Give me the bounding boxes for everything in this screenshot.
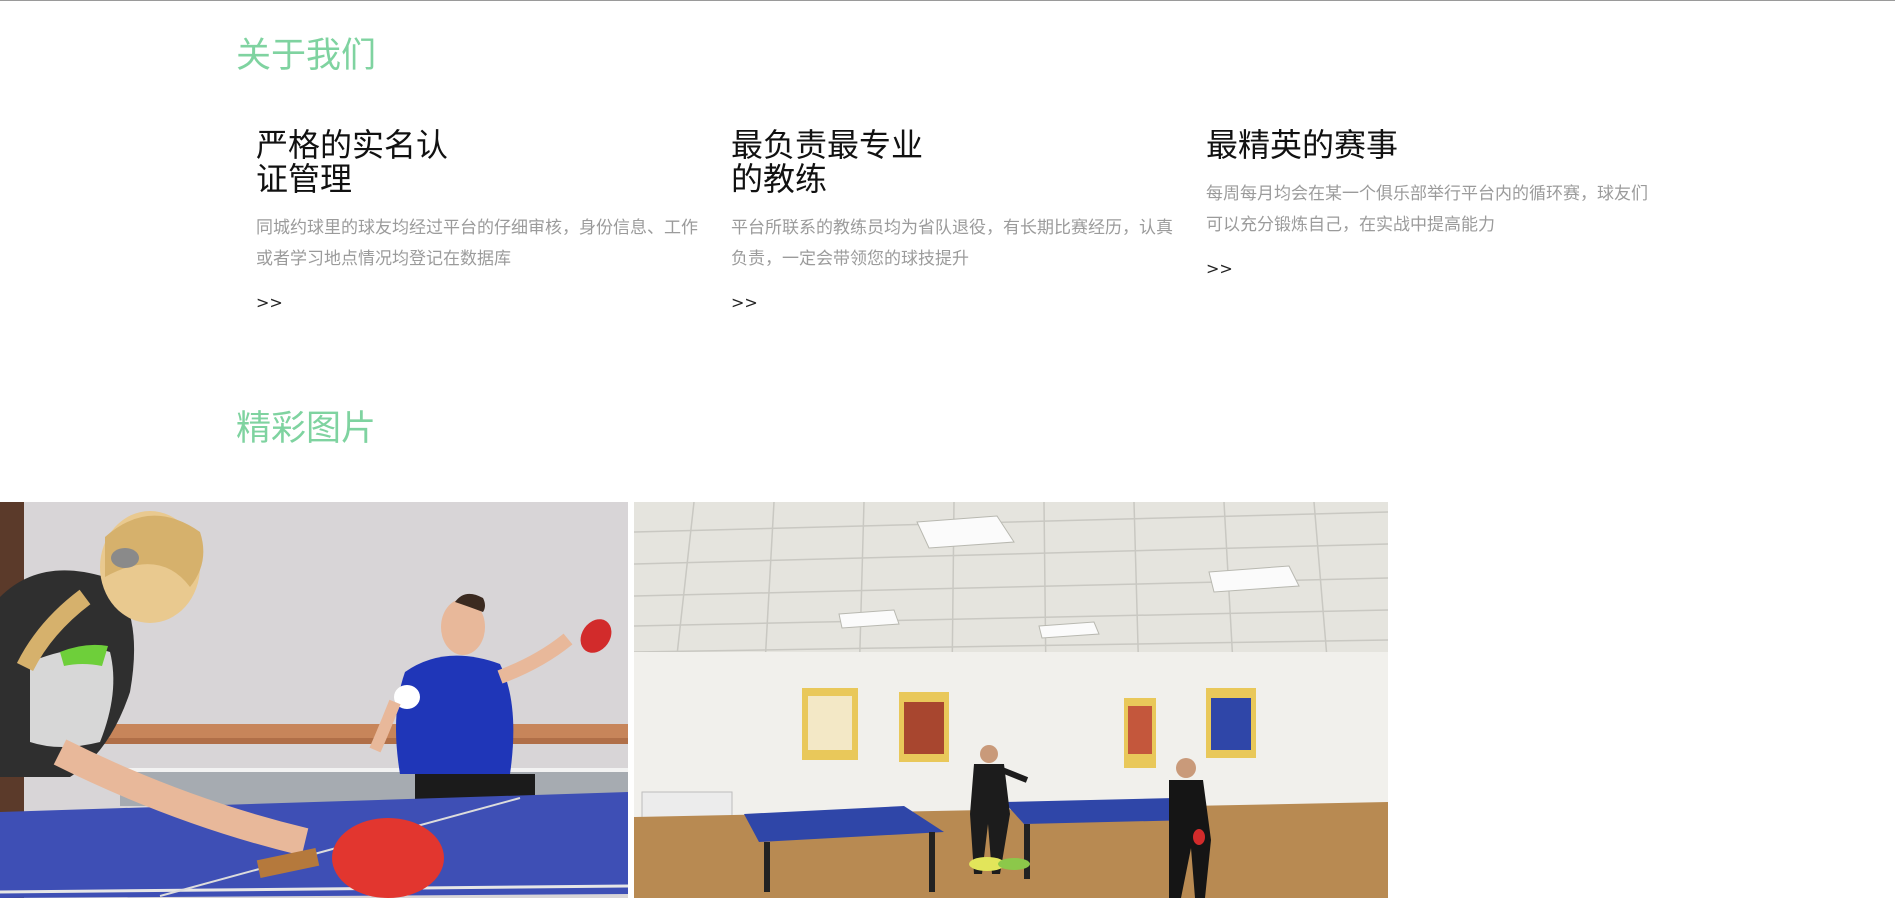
gallery-heading: 精彩图片	[236, 409, 377, 449]
feature-more-link[interactable]: >>	[731, 293, 758, 312]
feature-professional-coaches: 最负责最专业 的教练 平台所联系的教练员均为省队退役，有长期比赛经历，认真负责，…	[731, 128, 1176, 312]
feature-description: 同城约球里的球友均经过平台的仔细审核，身份信息、工作或者学习地点情况均登记在数据…	[256, 218, 698, 269]
feature-more-link[interactable]: >>	[256, 293, 283, 312]
gallery-photo-match[interactable]	[0, 502, 628, 898]
feature-elite-tournaments: 最精英的赛事 每周每月均会在某一个俱乐部举行平台内的循环赛，球友们可以充分锻炼自…	[1206, 128, 1651, 278]
feature-title-line1: 最负责最专业	[731, 126, 924, 164]
feature-real-name-verification: 严格的实名认 证管理 同城约球里的球友均经过平台的仔细审核，身份信息、工作或者学…	[256, 128, 701, 312]
photo-hall-illustration	[634, 502, 1388, 898]
about-us-heading: 关于我们	[236, 36, 377, 76]
feature-title-line2: 证管理	[256, 160, 353, 198]
feature-title-line1: 最精英的赛事	[1206, 126, 1399, 164]
feature-title-line2: 的教练	[731, 160, 828, 198]
feature-title: 最负责最专业 的教练	[731, 128, 941, 196]
feature-title: 最精英的赛事	[1206, 128, 1506, 162]
gallery-photo-hall[interactable]	[634, 502, 1388, 898]
feature-more-link[interactable]: >>	[1206, 259, 1233, 278]
photo-match-illustration	[0, 502, 628, 898]
feature-description: 每周每月均会在某一个俱乐部举行平台内的循环赛，球友们可以充分锻炼自己，在实战中提…	[1206, 184, 1648, 235]
top-divider	[0, 0, 1895, 1]
feature-description: 平台所联系的教练员均为省队退役，有长期比赛经历，认真负责，一定会带领您的球技提升	[731, 218, 1173, 269]
feature-title-line1: 严格的实名认	[256, 126, 449, 164]
feature-title: 严格的实名认 证管理	[256, 128, 466, 196]
